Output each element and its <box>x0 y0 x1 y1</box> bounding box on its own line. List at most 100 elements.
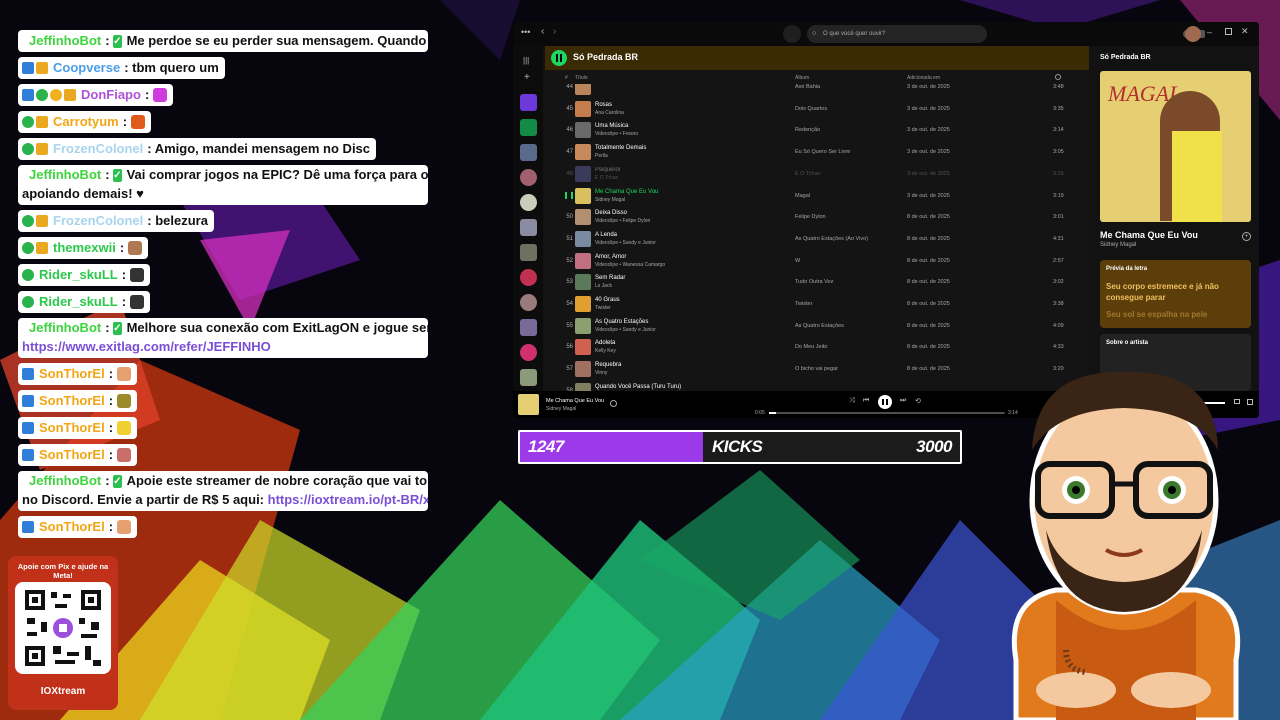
playlist-cover[interactable] <box>520 319 537 336</box>
artist-cover[interactable] <box>520 294 537 311</box>
mini-cover[interactable] <box>518 394 539 415</box>
artist-cover[interactable] <box>520 269 537 286</box>
more-icon[interactable]: ••• <box>521 27 530 37</box>
track-title[interactable]: Deixa Disso <box>595 210 627 216</box>
track-album[interactable]: É O Tchan <box>795 171 821 177</box>
avatar[interactable] <box>1185 26 1201 42</box>
maximize-icon[interactable] <box>1225 28 1232 35</box>
track-duration: 3:38 <box>1053 301 1064 307</box>
track-row[interactable]: 44 Terra Samba Axé Bahia 3 de out. de 2025 3… <box>545 84 1089 98</box>
track-title[interactable]: Psiquerol <box>595 167 620 173</box>
track-title[interactable]: Amor, Amor <box>595 254 626 260</box>
liked-songs-icon[interactable] <box>520 94 537 111</box>
add-to-library-icon[interactable] <box>610 400 617 407</box>
track-artist[interactable]: Videoclipe • Sandy e Junior <box>595 327 656 333</box>
repeat-icon[interactable]: ⟲ <box>915 397 921 405</box>
lyrics-preview[interactable]: Prévia da letra Seu corpo estremece e já… <box>1100 260 1251 328</box>
track-row[interactable]: 56 Adoleta Kelly Key Do Meu Jeito 8 de out. … <box>545 336 1089 358</box>
track-title[interactable]: 40 Graus <box>595 297 620 303</box>
track-title[interactable]: A Lenda <box>595 232 617 238</box>
track-row[interactable]: 45 Rosas Ana Carolina Dois Quartos 3 de out.… <box>545 98 1089 120</box>
chat-message: JeffinhoBot: ✓ Apoie este streamer de nob… <box>18 471 428 511</box>
playlist-cover[interactable] <box>520 144 537 161</box>
forward-icon[interactable]: › <box>553 26 556 37</box>
track-row[interactable]: Me Chama Que Eu Vou Sidney Magal Magal 3 de… <box>545 185 1089 207</box>
artist-cover[interactable] <box>520 194 537 211</box>
now-playing-panel-title: Só Pedrada BR <box>1100 54 1151 61</box>
track-album[interactable]: Axé Bahia <box>795 84 820 90</box>
track-title[interactable]: Sem Radar <box>595 275 625 281</box>
add-icon[interactable]: + <box>524 72 530 83</box>
track-album[interactable]: Felipe Dylon <box>795 214 826 220</box>
track-title[interactable]: Uma Música <box>595 123 628 129</box>
track-row[interactable]: 54 40 Graus Twister Twister 8 de out. de 202… <box>545 293 1089 315</box>
progress-slider[interactable] <box>769 412 1005 414</box>
library-icon[interactable]: ||| <box>523 56 529 65</box>
back-icon[interactable]: ‹ <box>541 26 544 37</box>
track-album[interactable]: Do Meu Jeito <box>795 344 827 350</box>
track-row[interactable]: 53 Sem Radar Ls Jack Tudo Outra Vez 8 de out… <box>545 271 1089 293</box>
track-album[interactable]: Eu Só Quero Ser Livre <box>795 149 850 155</box>
track-album[interactable]: Redenção <box>795 127 820 133</box>
shuffle-icon[interactable]: ⤨ <box>849 397 855 405</box>
track-album[interactable]: Twister <box>795 301 812 307</box>
track-title[interactable]: As Quatro Estações <box>595 319 648 325</box>
track-artist[interactable]: Ana Carolina <box>595 110 624 116</box>
track-title[interactable]: Requebra <box>595 362 621 368</box>
player-title[interactable]: Me Chama Que Eu Vou <box>546 398 604 404</box>
track-title[interactable]: Adoleta <box>595 340 615 346</box>
track-artist[interactable]: Perlla <box>595 153 608 159</box>
track-row[interactable]: 55 As Quatro Estações Videoclipe • Sandy e… <box>545 315 1089 337</box>
track-title[interactable]: Rosas <box>595 102 612 108</box>
track-title[interactable]: Me Chama Que Eu Vou <box>595 189 658 195</box>
pause-button[interactable] <box>878 395 892 409</box>
playlist-cover[interactable] <box>520 219 537 236</box>
track-row[interactable]: 52 Amor, Amor Videoclipe • Wanessa Camargo… <box>545 250 1089 272</box>
chat-link[interactable]: https://www.exitlag.com/refer/JEFFINHO <box>22 339 271 354</box>
track-row[interactable]: 47 Totalmente Demais Perlla Eu Só Quero Ser… <box>545 141 1089 163</box>
emote-icon <box>130 268 145 282</box>
chat-link[interactable]: https://ioxtream.io/pt-BR/x/jeffin <box>268 492 428 507</box>
track-artist[interactable]: Kelly Key <box>595 348 616 354</box>
previous-icon[interactable]: ⏮ <box>863 397 869 405</box>
track-artist[interactable]: Videoclipe • Wanessa Camargo <box>595 262 665 268</box>
track-artist[interactable]: É O Tchan <box>595 175 618 181</box>
chat-text: : <box>108 393 114 408</box>
track-artist[interactable]: Vinny <box>595 370 607 376</box>
track-title[interactable]: Terra Samba <box>595 84 629 86</box>
artist-cover[interactable] <box>520 169 537 186</box>
saved-episodes-icon[interactable] <box>520 119 537 136</box>
track-album[interactable]: O bicho vai pegar <box>795 366 838 372</box>
track-row[interactable]: 51 A Lenda Videoclipe • Sandy e Junior As Q… <box>545 228 1089 250</box>
track-artist[interactable]: Twister <box>595 305 611 311</box>
track-title[interactable]: Totalmente Demais <box>595 145 646 151</box>
track-artist[interactable]: Videoclipe • Fresno <box>595 131 638 137</box>
track-cover <box>575 252 591 269</box>
track-row[interactable]: 48 Psiquerol É O Tchan É O Tchan 3 de out. d… <box>545 163 1089 185</box>
track-row[interactable]: 50 Deixa Disso Videoclipe • Felipe Dylon Fe… <box>545 206 1089 228</box>
track-album[interactable]: W <box>795 258 800 264</box>
track-artist[interactable]: Videoclipe • Felipe Dylon <box>595 218 650 224</box>
next-icon[interactable]: ⏭ <box>900 397 906 405</box>
track-album[interactable]: As Quatro Estações <box>795 323 844 329</box>
artist-cover[interactable] <box>520 344 537 361</box>
ioxtream-logo: IOXtream <box>40 686 86 697</box>
track-artist[interactable]: Sidney Magal <box>595 197 625 203</box>
close-icon[interactable]: ✕ <box>1241 26 1249 37</box>
track-album[interactable]: Tudo Outra Vez <box>795 279 833 285</box>
minimize-icon[interactable]: – <box>1207 27 1212 37</box>
add-to-library-icon[interactable]: + <box>1242 232 1251 241</box>
play-pause-button[interactable] <box>551 50 567 66</box>
track-album[interactable]: Dois Quartos <box>795 106 827 112</box>
player-artist[interactable]: Sidney Magal <box>546 406 576 412</box>
track-row[interactable]: 46 Uma Música Videoclipe • Fresno Redenção 3… <box>545 119 1089 141</box>
track-title[interactable]: Quando Você Passa (Turu Turu) <box>595 384 681 390</box>
home-icon[interactable] <box>783 25 801 43</box>
playlist-cover[interactable] <box>520 244 537 261</box>
track-artist[interactable]: Ls Jack <box>595 283 612 289</box>
track-artist[interactable]: Videoclipe • Sandy e Junior <box>595 240 656 246</box>
search-input[interactable]: ○ O que você quer ouvir? <box>807 25 987 43</box>
track-album[interactable]: As Quatro Estações (Ao Vivo) <box>795 236 868 242</box>
playlist-cover[interactable] <box>520 369 537 386</box>
track-album[interactable]: Magal <box>795 193 810 199</box>
